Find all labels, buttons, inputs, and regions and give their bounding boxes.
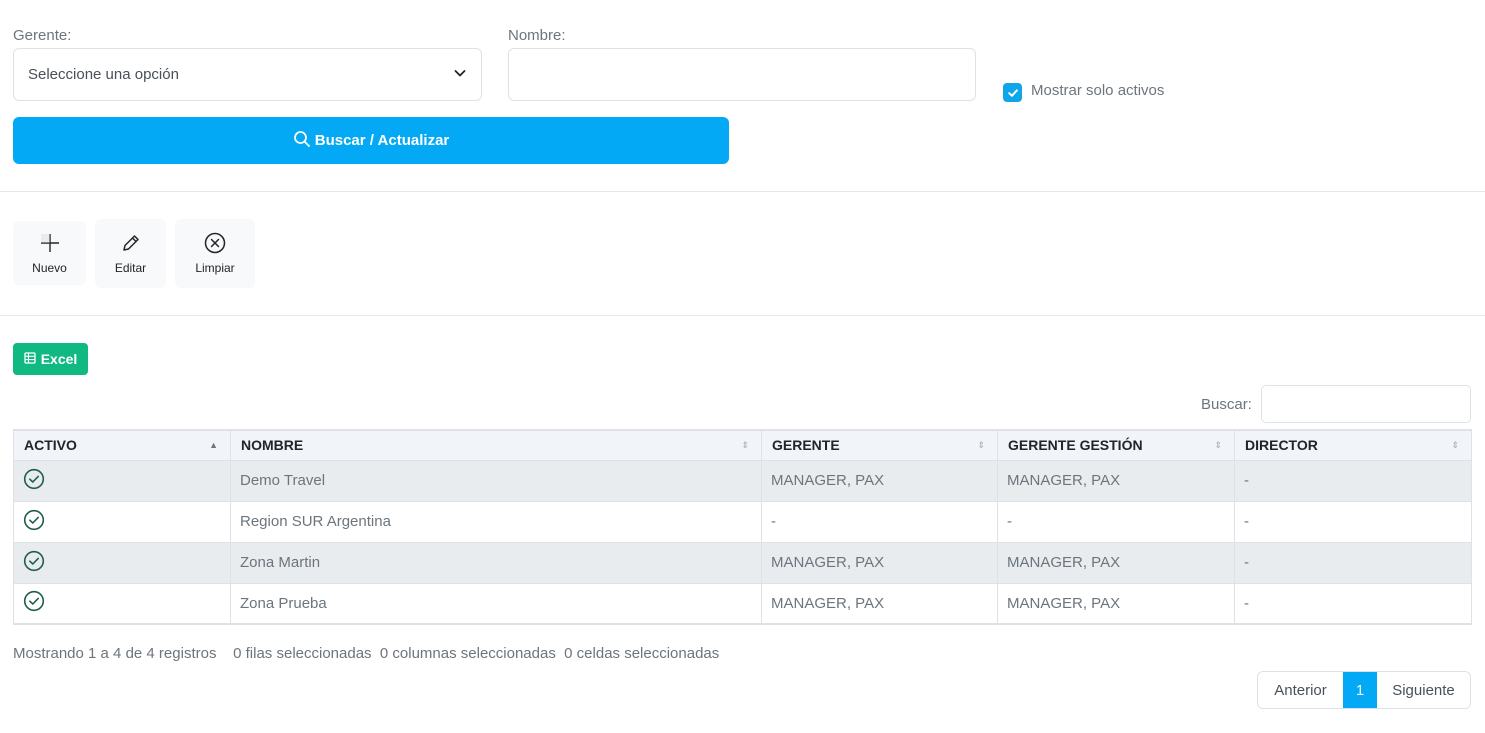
nuevo-button[interactable]: Nuevo bbox=[13, 221, 86, 285]
director-cell: - bbox=[1234, 582, 1472, 625]
solo-activos-checkbox[interactable] bbox=[1003, 83, 1022, 102]
activo-cell bbox=[13, 541, 231, 584]
next-page-button[interactable]: Siguiente bbox=[1377, 672, 1470, 708]
table-header-row: ACTIVO ▲ NOMBRE ⇕ GERENTE ⇕ GERENTE GESTIÓN… bbox=[13, 429, 1472, 461]
nombre-cell: Zona Martin bbox=[230, 541, 762, 584]
plus-icon bbox=[39, 232, 61, 257]
table-row[interactable]: Demo Travel MANAGER, PAX MANAGER, PAX - bbox=[13, 459, 1472, 502]
table-search-label: Buscar: bbox=[1201, 396, 1252, 413]
search-button-label: Buscar / Actualizar bbox=[314, 132, 450, 149]
column-header-gerente[interactable]: GERENTE ⇕ bbox=[761, 429, 998, 461]
activo-cell bbox=[13, 459, 231, 502]
chevron-down-icon bbox=[453, 66, 467, 84]
nombre-cell: Zona Prueba bbox=[230, 582, 762, 625]
close-circle-icon bbox=[204, 232, 226, 257]
director-cell: - bbox=[1234, 541, 1472, 584]
nuevo-label: Nuevo bbox=[32, 260, 67, 275]
solo-activos-label: Mostrar solo activos bbox=[1031, 82, 1165, 99]
excel-export-button[interactable]: Excel bbox=[13, 343, 88, 375]
nombre-cell: Region SUR Argentina bbox=[230, 500, 762, 543]
gerente-gestion-cell: MANAGER, PAX bbox=[997, 541, 1235, 584]
showing-records: Mostrando 1 a 4 de 4 registros bbox=[13, 645, 217, 662]
activo-cell bbox=[13, 500, 231, 543]
editar-button[interactable]: Editar bbox=[95, 219, 166, 288]
gerente-label: Gerente: bbox=[13, 27, 72, 44]
table-row[interactable]: Region SUR Argentina - - - bbox=[13, 500, 1472, 543]
divider bbox=[0, 315, 1485, 316]
gerente-gestion-cell: MANAGER, PAX bbox=[997, 459, 1235, 502]
sort-icon: ⇕ bbox=[741, 440, 749, 450]
table-search-input[interactable] bbox=[1261, 385, 1471, 423]
pagination: Anterior 1 Siguiente bbox=[1257, 671, 1471, 709]
limpiar-label: Limpiar bbox=[195, 261, 235, 275]
previous-page-button[interactable]: Anterior bbox=[1258, 672, 1343, 708]
pencil-icon bbox=[120, 232, 142, 257]
gerente-select-value: Seleccione una opción bbox=[28, 66, 179, 83]
search-icon bbox=[293, 130, 311, 152]
rows-selected: 0 filas seleccionadas bbox=[233, 645, 372, 662]
director-cell: - bbox=[1234, 459, 1472, 502]
nombre-cell: Demo Travel bbox=[230, 459, 762, 502]
gerente-select[interactable]: Seleccione una opción bbox=[13, 48, 482, 101]
page-1-button[interactable]: 1 bbox=[1343, 672, 1377, 708]
activo-cell bbox=[13, 582, 231, 625]
limpiar-button[interactable]: Limpiar bbox=[175, 219, 255, 288]
solo-activos-checkbox-group[interactable]: Mostrar solo activos bbox=[1003, 79, 1164, 102]
gerente-cell: - bbox=[761, 500, 998, 543]
table-row[interactable]: Zona Martin MANAGER, PAX MANAGER, PAX - bbox=[13, 541, 1472, 584]
cells-selected: 0 celdas seleccionadas bbox=[564, 645, 720, 662]
sort-icon: ⇕ bbox=[1214, 440, 1222, 450]
sort-icon: ⇕ bbox=[977, 440, 985, 450]
gerente-cell: MANAGER, PAX bbox=[761, 582, 998, 625]
table-row[interactable]: Zona Prueba MANAGER, PAX MANAGER, PAX - bbox=[13, 582, 1472, 625]
column-header-gerente-gestion[interactable]: GERENTE GESTIÓN ⇕ bbox=[997, 429, 1235, 461]
editar-label: Editar bbox=[114, 261, 147, 275]
gerente-cell: MANAGER, PAX bbox=[761, 459, 998, 502]
column-header-activo[interactable]: ACTIVO ▲ bbox=[13, 429, 231, 461]
column-header-nombre[interactable]: NOMBRE ⇕ bbox=[230, 429, 762, 461]
data-table: ACTIVO ▲ NOMBRE ⇕ GERENTE ⇕ GERENTE GESTIÓN… bbox=[13, 429, 1472, 625]
director-cell: - bbox=[1234, 500, 1472, 543]
gerente-gestion-cell: - bbox=[997, 500, 1235, 543]
check-circle-icon bbox=[23, 550, 45, 571]
divider bbox=[0, 191, 1485, 192]
table-info: Mostrando 1 a 4 de 4 registros 0 filas s… bbox=[13, 645, 719, 662]
search-button[interactable]: Buscar / Actualizar bbox=[13, 117, 729, 164]
gerente-cell: MANAGER, PAX bbox=[761, 541, 998, 584]
sort-ascending-icon: ▲ bbox=[209, 440, 218, 450]
column-header-director[interactable]: DIRECTOR ⇕ bbox=[1234, 429, 1472, 461]
checkmark-icon bbox=[1007, 88, 1018, 97]
check-circle-icon bbox=[23, 468, 45, 489]
check-circle-icon bbox=[23, 591, 45, 612]
columns-selected: 0 columnas seleccionadas bbox=[379, 645, 556, 662]
excel-label: Excel bbox=[40, 351, 78, 367]
nombre-label: Nombre: bbox=[508, 27, 566, 44]
check-circle-icon bbox=[23, 509, 45, 530]
nombre-input[interactable] bbox=[508, 48, 976, 101]
spreadsheet-icon bbox=[24, 351, 36, 367]
gerente-gestion-cell: MANAGER, PAX bbox=[997, 582, 1235, 625]
sort-icon: ⇕ bbox=[1451, 440, 1459, 450]
